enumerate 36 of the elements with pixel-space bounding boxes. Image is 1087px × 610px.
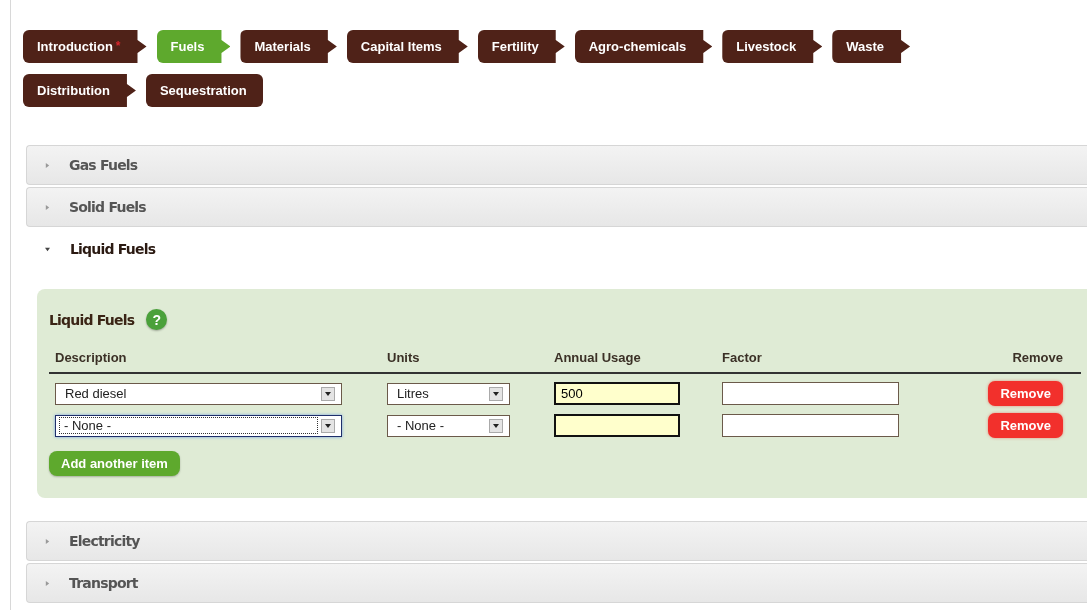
- collapse-arrow-icon: [44, 246, 51, 252]
- step-tab[interactable]: Sequestration: [145, 74, 263, 107]
- expand-arrow-icon: [45, 537, 50, 545]
- panel-title: Liquid Fuels: [49, 311, 135, 328]
- description-dropdown[interactable]: Red diesel: [55, 382, 342, 405]
- step-tab[interactable]: Livestock: [722, 30, 823, 63]
- column-header: Factor: [716, 346, 955, 373]
- annual-usage-field[interactable]: [554, 414, 680, 437]
- remove-button[interactable]: Remove: [988, 381, 1063, 406]
- expand-arrow-icon: [45, 579, 50, 587]
- section-header[interactable]: Electricity: [26, 521, 1087, 561]
- column-header: Units: [381, 346, 548, 373]
- annual-usage-field[interactable]: 500: [554, 382, 680, 405]
- expand-arrow-icon: [45, 203, 50, 211]
- section-header[interactable]: Gas Fuels: [26, 145, 1087, 185]
- step-tab[interactable]: Materials: [240, 30, 337, 63]
- step-tab[interactable]: Capital Items: [346, 30, 468, 63]
- required-marker: *: [115, 39, 121, 53]
- column-header: Annual Usage: [548, 346, 716, 373]
- units-dropdown[interactable]: - None -: [387, 414, 510, 437]
- section-header[interactable]: Solid Fuels: [26, 187, 1087, 227]
- description-dropdown[interactable]: - None -: [55, 414, 342, 437]
- step-tab[interactable]: Introduction *: [23, 30, 147, 63]
- step-tab[interactable]: Waste: [832, 30, 911, 63]
- expand-arrow-icon: [45, 161, 50, 169]
- column-header: Description: [49, 346, 381, 373]
- remove-button[interactable]: Remove: [988, 413, 1063, 438]
- step-tab[interactable]: Distribution: [23, 74, 136, 107]
- factor-field[interactable]: [722, 382, 899, 405]
- step-tab[interactable]: Agro-chemicals: [574, 30, 713, 63]
- column-header: Remove: [955, 346, 1081, 373]
- section-header[interactable]: Transport: [26, 563, 1087, 603]
- units-dropdown[interactable]: Litres: [387, 382, 510, 405]
- section-header[interactable]: Liquid Fuels: [26, 229, 1087, 269]
- factor-field[interactable]: [722, 414, 899, 437]
- step-tab[interactable]: Fertility: [477, 30, 565, 63]
